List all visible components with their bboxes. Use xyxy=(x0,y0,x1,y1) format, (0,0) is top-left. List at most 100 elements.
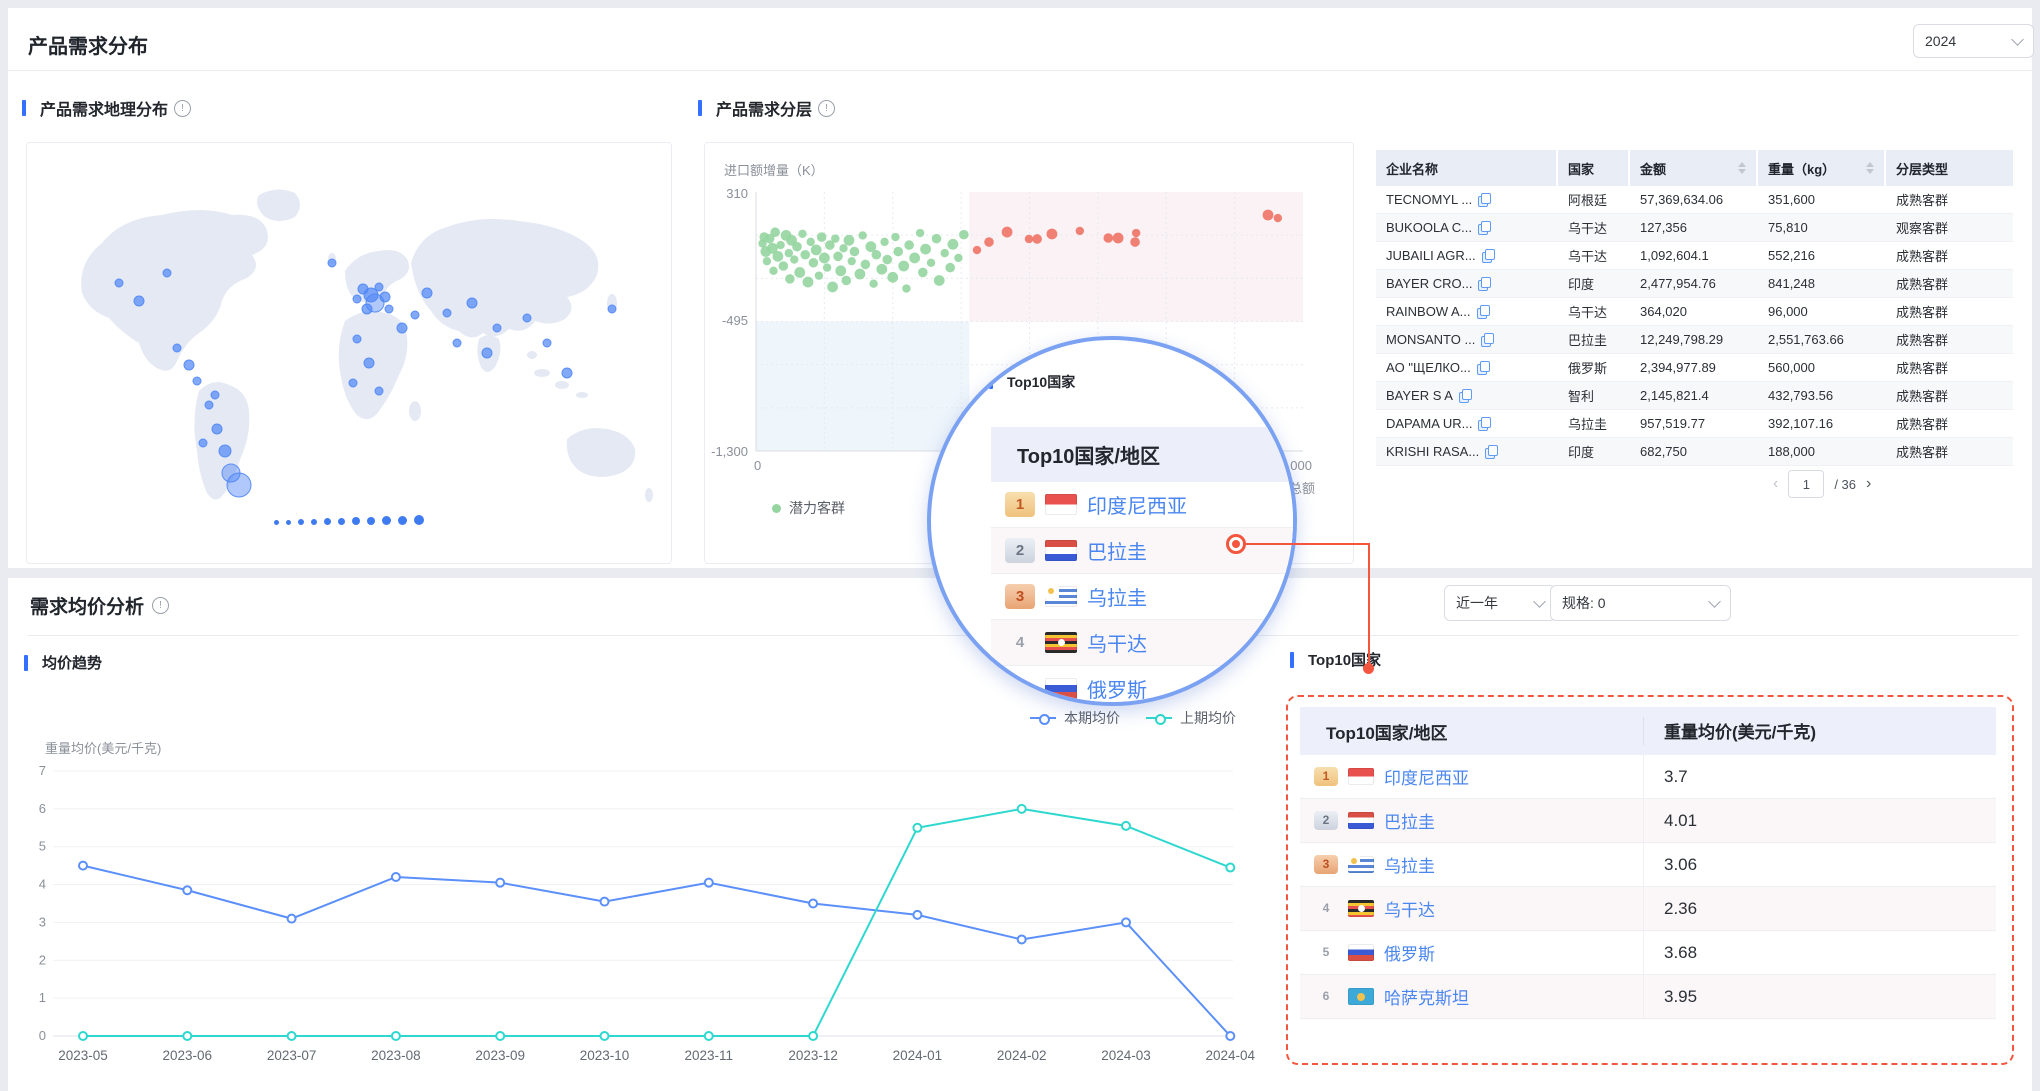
prev-page-icon[interactable]: ‹ xyxy=(1773,476,1778,492)
country-link[interactable]: 乌拉圭 xyxy=(1384,852,1435,877)
country-cell: 乌拉圭 xyxy=(1558,414,1630,433)
table-row[interactable]: JUBAILI AGR...乌干达1,092,604.1552,216成熟客群 xyxy=(1376,242,2013,270)
col-type[interactable]: 分层类型 xyxy=(1886,150,2013,186)
top10-row[interactable]: 5俄罗斯3.68 xyxy=(1300,931,1996,975)
flag-icon-uy xyxy=(1045,586,1077,607)
scatter-legend: 潜力客群 xyxy=(772,498,845,518)
time-range-value: 近一年 xyxy=(1456,593,1498,613)
copy-icon[interactable] xyxy=(1478,277,1491,291)
country-link[interactable]: 印度尼西亚 xyxy=(1384,764,1469,789)
top10-row[interactable]: 5俄罗斯 xyxy=(991,666,1297,706)
top10-row[interactable]: 1印度尼西亚 xyxy=(991,482,1297,528)
svg-text:0: 0 xyxy=(39,1028,46,1043)
copy-icon[interactable] xyxy=(1477,361,1490,375)
top10-row[interactable]: 3乌拉圭 xyxy=(991,574,1297,620)
scatter-ytick-0: 310 xyxy=(708,186,748,201)
info-icon[interactable]: ! xyxy=(152,597,169,614)
rank-badge-2: 2 xyxy=(1005,538,1035,563)
sort-icon[interactable] xyxy=(1866,162,1874,174)
next-page-icon[interactable]: › xyxy=(1866,476,1871,492)
info-icon[interactable]: ! xyxy=(818,100,835,117)
table-row[interactable]: DAPAMA UR...乌拉圭957,519.77392,107.16成熟客群 xyxy=(1376,410,2013,438)
top10-row[interactable]: 1印度尼西亚3.7 xyxy=(1300,755,1996,799)
country-link[interactable]: 乌拉圭 xyxy=(1087,582,1147,611)
weight-cell: 188,000 xyxy=(1758,444,1886,459)
bubble-size-legend xyxy=(274,515,424,525)
spec-select[interactable]: 规格: 0 xyxy=(1550,585,1731,621)
table-row[interactable]: MONSANTO ...巴拉圭12,249,798.292,551,763.66… xyxy=(1376,326,2013,354)
country-link[interactable]: 俄罗斯 xyxy=(1087,674,1147,703)
page-title: 产品需求分布 xyxy=(28,30,148,59)
country-cell: 智利 xyxy=(1558,386,1630,405)
country-cell: 印度 xyxy=(1558,274,1630,293)
country-link[interactable]: 巴拉圭 xyxy=(1384,808,1435,833)
weight-cell: 75,810 xyxy=(1758,220,1886,235)
amount-cell: 364,020 xyxy=(1630,304,1758,319)
table-row[interactable]: RAINBOW A...乌干达364,02096,000成熟客群 xyxy=(1376,298,2013,326)
type-cell: 成熟客群 xyxy=(1886,190,2013,209)
col-weight[interactable]: 重量（kg） xyxy=(1758,150,1886,186)
company-name-cell: BUKOOLA C... xyxy=(1376,220,1558,235)
top10-row[interactable]: 2巴拉圭4.01 xyxy=(1300,799,1996,843)
type-cell: 成熟客群 xyxy=(1886,414,2013,433)
svg-text:6: 6 xyxy=(39,801,46,816)
svg-text:2024-01: 2024-01 xyxy=(893,1048,943,1063)
legend-label: 上期均价 xyxy=(1180,708,1236,728)
year-select[interactable]: 2024 xyxy=(1913,24,2034,58)
strat-section-title: 产品需求分层 xyxy=(716,96,812,120)
table-row[interactable]: BAYER S A智利2,145,821.4432,793.56成熟客群 xyxy=(1376,382,2013,410)
legend-item-potential[interactable]: 潜力客群 xyxy=(772,498,845,518)
copy-icon[interactable] xyxy=(1482,249,1495,263)
amount-cell: 12,249,798.29 xyxy=(1630,332,1758,347)
country-link[interactable]: 哈萨克斯坦 xyxy=(1384,984,1469,1009)
top10-row[interactable]: 6哈萨克斯坦3.95 xyxy=(1300,975,1996,1019)
legend-item-previous[interactable]: 上期均价 xyxy=(1146,708,1236,728)
copy-icon[interactable] xyxy=(1478,193,1491,207)
company-name-cell: BAYER S A xyxy=(1376,388,1558,403)
col-country[interactable]: 国家 xyxy=(1558,150,1630,186)
top10-row[interactable]: 4乌干达 xyxy=(991,620,1297,666)
country-link[interactable]: 巴拉圭 xyxy=(1087,536,1147,565)
country-link[interactable]: 印度尼西亚 xyxy=(1087,490,1187,519)
table-row[interactable]: TECNOMYL ...阿根廷57,369,634.06351,600成熟客群 xyxy=(1376,186,2013,214)
top10-row[interactable]: 4乌干达2.36 xyxy=(1300,887,1996,931)
rank-badge-2: 2 xyxy=(1314,811,1338,831)
table-row[interactable]: BUKOOLA C...乌干达127,35675,810观察客群 xyxy=(1376,214,2013,242)
col-company[interactable]: 企业名称 xyxy=(1376,150,1558,186)
rank-badge-3: 3 xyxy=(1314,855,1338,875)
top10-row[interactable]: 2 巴拉圭 xyxy=(991,528,1297,574)
legend-item-current[interactable]: 本期均价 xyxy=(1030,708,1120,728)
time-range-select[interactable]: 近一年 xyxy=(1444,585,1556,621)
year-select-value: 2024 xyxy=(1925,33,1956,49)
flag-icon-id xyxy=(1348,768,1374,785)
table-row[interactable]: AO "ЩЕЛКО...俄罗斯2,394,977.89560,000成熟客群 xyxy=(1376,354,2013,382)
sort-icon[interactable] xyxy=(1738,162,1746,174)
company-name-cell: BAYER CRO... xyxy=(1376,276,1558,291)
country-link[interactable]: 乌干达 xyxy=(1384,896,1435,921)
company-name: JUBAILI AGR... xyxy=(1386,248,1476,263)
copy-icon[interactable] xyxy=(1477,305,1490,319)
rank-badge-4: 4 xyxy=(1314,899,1338,919)
svg-text:2024-02: 2024-02 xyxy=(997,1048,1047,1063)
amount-cell: 57,369,634.06 xyxy=(1630,192,1758,207)
table-row[interactable]: KRISHI RASA...印度682,750188,000成熟客群 xyxy=(1376,438,2013,466)
company-name: BUKOOLA C... xyxy=(1386,220,1472,235)
table-row[interactable]: BAYER CRO...印度2,477,954.76841,248成熟客群 xyxy=(1376,270,2013,298)
rank-badge-5: 5 xyxy=(1314,943,1338,963)
copy-icon[interactable] xyxy=(1478,417,1491,431)
info-icon[interactable]: ! xyxy=(174,100,191,117)
country-link[interactable]: 乌干达 xyxy=(1087,628,1147,657)
country-link[interactable]: 俄罗斯 xyxy=(1384,940,1435,965)
company-table-body: TECNOMYL ...阿根廷57,369,634.06351,600成熟客群B… xyxy=(1376,186,2013,466)
world-map-panel xyxy=(26,142,672,564)
copy-icon[interactable] xyxy=(1478,221,1491,235)
top10-row[interactable]: 3乌拉圭3.06 xyxy=(1300,843,1996,887)
copy-icon[interactable] xyxy=(1459,389,1472,403)
weight-cell: 96,000 xyxy=(1758,304,1886,319)
copy-icon[interactable] xyxy=(1481,333,1494,347)
bubble-size-dot xyxy=(398,516,407,525)
trend-header: 均价趋势 xyxy=(24,652,102,673)
copy-icon[interactable] xyxy=(1485,445,1498,459)
col-amount[interactable]: 金额 xyxy=(1630,150,1758,186)
page-input[interactable]: 1 xyxy=(1788,470,1824,498)
